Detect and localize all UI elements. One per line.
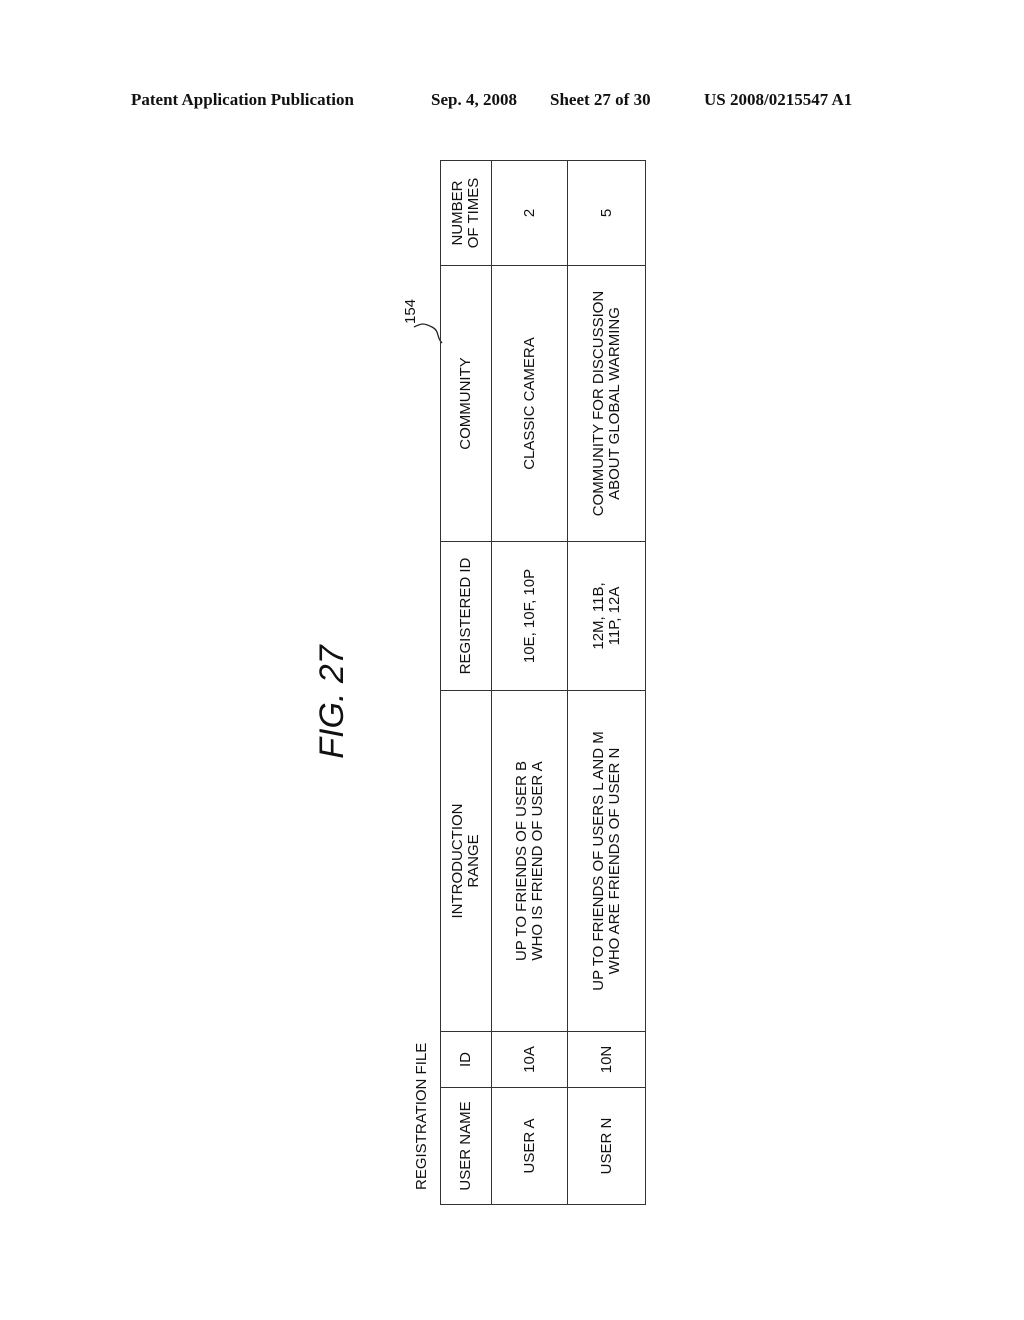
column-header: REGISTERED ID — [440, 541, 492, 691]
table-cell: 10E, 10F, 10P — [491, 541, 568, 691]
table-cell: 5 — [567, 160, 646, 266]
table-cell: COMMUNITY FOR DISCUSSION ABOUT GLOBAL WA… — [567, 265, 646, 542]
rotated-figure: FIG. 27 REGISTRATION FILE 154 USER NAME … — [0, 0, 1024, 1320]
table-title: REGISTRATION FILE — [413, 1042, 430, 1190]
reference-numeral: 154 — [402, 298, 419, 324]
table-row: USER A 10A UP TO FRIENDS OF USER B WHO I… — [491, 160, 568, 1205]
table-cell: 10N — [567, 1031, 646, 1088]
column-header: ID — [440, 1031, 492, 1088]
table-cell: UP TO FRIENDS OF USER B WHO IS FRIEND OF… — [491, 690, 568, 1032]
column-header: NUMBER OF TIMES — [440, 160, 492, 266]
registration-table: USER NAME ID INTRODUCTION RANGE REGISTER… — [440, 160, 646, 1205]
table-cell: USER N — [567, 1087, 646, 1205]
column-header: INTRODUCTION RANGE — [440, 690, 492, 1032]
table-cell: UP TO FRIENDS OF USERS L AND M WHO ARE F… — [567, 690, 646, 1032]
table-header-row: USER NAME ID INTRODUCTION RANGE REGISTER… — [440, 160, 492, 1205]
table-cell: USER A — [491, 1087, 568, 1205]
column-header: COMMUNITY — [440, 265, 492, 542]
column-header: USER NAME — [440, 1087, 492, 1205]
table-cell: CLASSIC CAMERA — [491, 265, 568, 542]
table-cell: 2 — [491, 160, 568, 266]
table-row: USER N 10N UP TO FRIENDS OF USERS L AND … — [567, 160, 646, 1205]
table-cell: 12M, 11B, 11P, 12A — [567, 541, 646, 691]
table-cell: 10A — [491, 1031, 568, 1088]
figure-title: FIG. 27 — [313, 645, 351, 759]
